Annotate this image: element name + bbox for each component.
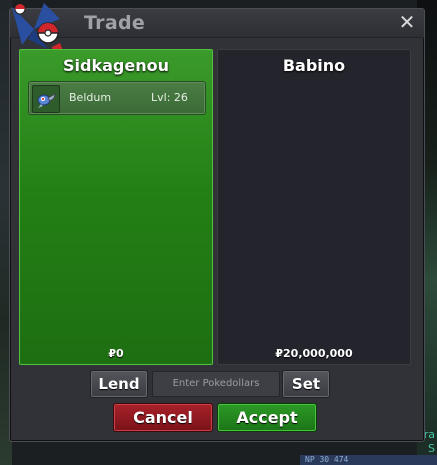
- partner-offer-panel: Babino ₽20,000,000: [217, 49, 411, 365]
- pokedollars-input[interactable]: Enter Pokedollars: [152, 371, 280, 397]
- cancel-button[interactable]: Cancel: [113, 403, 213, 432]
- partner-money-offer: ₽20,000,000: [275, 347, 353, 360]
- close-icon: ✕: [398, 10, 416, 34]
- pokemon-level: Lvl: 26: [151, 91, 188, 104]
- background-label: S: [428, 442, 435, 455]
- offer-item-slot[interactable]: Beldum Lvl: 26: [28, 81, 206, 115]
- own-money-offer: ₽0: [108, 347, 124, 360]
- beldum-icon: [32, 85, 60, 113]
- pokemon-name: Beldum: [69, 91, 112, 104]
- lend-button[interactable]: Lend: [90, 370, 148, 398]
- close-button[interactable]: ✕: [396, 11, 418, 33]
- partner-player-name: Babino: [282, 56, 346, 75]
- background-bottom-text: NP 30 474: [305, 455, 349, 464]
- trade-window: Trade ✕ Sidkagenou Beldum Lvl: 26 ₽0 Bab…: [9, 3, 425, 442]
- own-player-name: Sidkagenou: [63, 56, 169, 75]
- window-title: Trade: [84, 12, 146, 34]
- accept-button[interactable]: Accept: [217, 403, 317, 432]
- own-offer-panel: Sidkagenou Beldum Lvl: 26 ₽0: [19, 49, 213, 365]
- set-button[interactable]: Set: [282, 370, 330, 398]
